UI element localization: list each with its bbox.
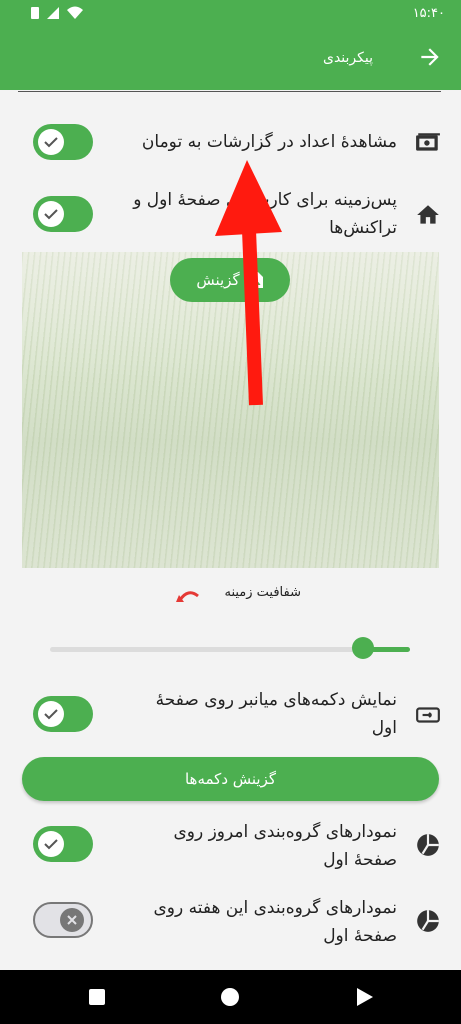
status-time: ۱۵:۴۰ <box>412 6 445 21</box>
home-nav-icon[interactable] <box>221 988 239 1006</box>
status-bar: ۱۵:۴۰ <box>0 0 461 28</box>
battery-icon <box>31 7 39 19</box>
label-background: پس‌زمینه برای کارت‌های صفحهٔ اول و تراکن… <box>133 190 397 238</box>
label-toman: مشاهدهٔ اعداد در گزارشات به تومان <box>141 132 397 152</box>
home-icon <box>417 205 439 224</box>
app-bar: پیکربندی <box>0 28 461 90</box>
money-icon <box>416 133 440 151</box>
label-today-charts: نمودارهای گروه‌بندی امروز روی صفحهٔ اول <box>173 822 397 870</box>
choose-image-button[interactable]: گزینش <box>170 258 290 302</box>
undo-icon[interactable] <box>176 586 202 604</box>
page-title: پیکربندی <box>322 50 373 66</box>
toggle-toman[interactable] <box>33 124 93 160</box>
status-icons <box>30 6 84 20</box>
toggle-week-charts[interactable] <box>33 902 93 938</box>
opacity-label: شفافیت زمینه <box>224 585 301 600</box>
toggle-today-charts[interactable] <box>33 826 93 862</box>
signal-icon <box>47 7 59 19</box>
back-nav-icon[interactable] <box>356 987 374 1007</box>
choose-image-label: گزینش <box>196 271 240 289</box>
label-shortcuts: نمایش دکمه‌های میانبر روی صفحهٔ اول <box>155 690 397 738</box>
pie-chart-icon <box>417 834 439 856</box>
pie-chart-icon <box>417 910 439 932</box>
file-image-icon <box>248 272 263 288</box>
header-divider <box>18 91 441 92</box>
wifi-icon <box>67 6 83 19</box>
choose-buttons-button[interactable]: گزینش دکمه‌ها <box>22 757 439 801</box>
keyboard-icon <box>416 707 440 723</box>
arrow-right-icon[interactable] <box>417 44 443 70</box>
toggle-shortcuts[interactable] <box>33 696 93 732</box>
toggle-background[interactable] <box>33 196 93 232</box>
recents-icon[interactable] <box>89 989 105 1005</box>
label-week-charts: نمودارهای گروه‌بندی این هفته روی صفحهٔ ا… <box>153 898 397 946</box>
opacity-slider-thumb[interactable] <box>352 637 374 659</box>
